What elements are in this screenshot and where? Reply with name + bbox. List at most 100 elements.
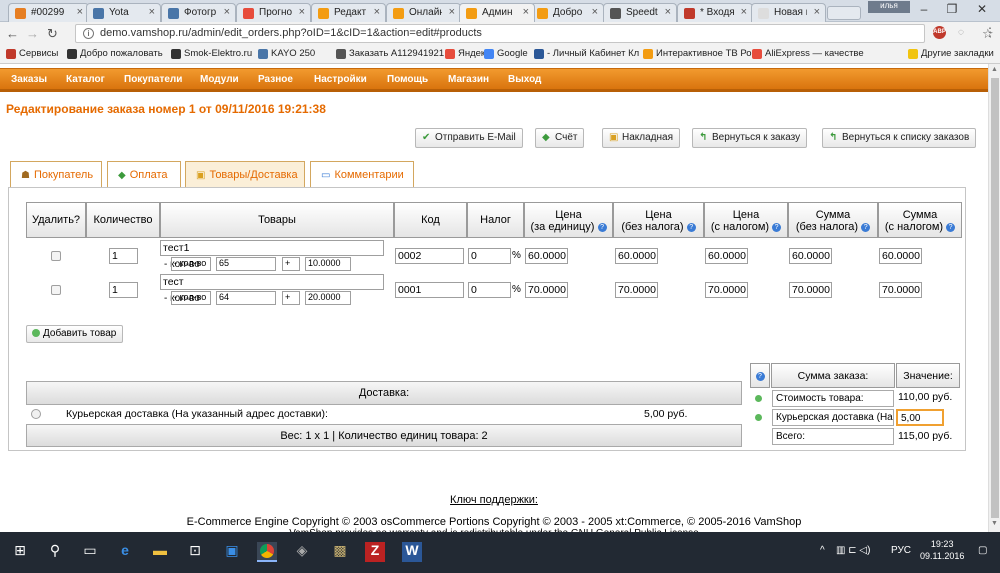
quantity-input[interactable]: 1 [109,248,138,264]
admin-nav-item[interactable]: Выход [508,74,541,85]
language-indicator[interactable]: РУС [891,545,911,556]
browser-tab[interactable]: Прогно × [236,3,311,22]
app2-icon[interactable]: ◈ [292,542,312,562]
price-net-input[interactable]: 60.0000 [615,248,658,264]
browser-tab[interactable]: Speedt × [603,3,677,22]
browser-menu-icon[interactable]: ⋮ [984,25,996,39]
price-gross-input[interactable]: 60.0000 [705,248,748,264]
help-icon[interactable]: ? [597,222,607,232]
edge-icon[interactable]: e [115,542,135,562]
filezilla-icon[interactable]: Z [365,542,385,562]
bookmark-item[interactable]: Интерактивное ТВ Ро [643,48,752,59]
attribute-name-input[interactable]: - кол-во [171,257,211,271]
sum-gross-input[interactable]: 70.0000 [879,282,922,298]
help-icon[interactable]: ? [755,371,765,381]
bookmark-item[interactable]: KAYO 250 [258,48,315,59]
tab-close-icon[interactable]: × [741,6,747,18]
extension-icon[interactable]: ◌ [958,27,964,38]
scroll-down-icon[interactable]: ▼ [991,520,998,527]
admin-nav-item[interactable]: Покупатели [124,74,182,85]
scrollbar-thumb[interactable] [991,78,999,518]
price-gross-input[interactable]: 70.0000 [705,282,748,298]
app-icon[interactable]: ▣ [222,542,242,562]
admin-nav-item[interactable]: Магазин [448,74,489,85]
window-user-badge[interactable]: илья [868,1,910,13]
sum-gross-input[interactable]: 60.0000 [879,248,922,264]
shipping-total-label[interactable]: Курьерская доставка (На [772,409,894,426]
search-icon[interactable]: ⚲ [45,542,65,562]
help-icon[interactable]: ? [772,222,782,232]
word-icon[interactable]: W [402,542,422,562]
clock[interactable]: 19:23 09.11.2016 [920,538,964,562]
browser-tab[interactable]: Yota × [86,3,161,22]
tax-input[interactable]: 0 [468,248,511,264]
forward-icon[interactable]: → [26,26,39,41]
tab-products-shipping[interactable]: ▣ Товары/Доставка [185,161,305,188]
new-tab-button[interactable] [827,6,861,20]
tray-icons[interactable]: ▥ ⊏ ◁) [836,545,870,556]
url-input[interactable]: i demo.vamshop.ru/admin/edit_orders.php?… [75,24,994,43]
sum-net-input[interactable]: 60.0000 [789,248,832,264]
tab-close-icon[interactable]: × [224,6,230,18]
bookmark-item[interactable]: Другие закладки [908,48,994,59]
help-icon[interactable]: ? [861,222,871,232]
admin-nav-item[interactable]: Разное [258,74,293,85]
quantity-input[interactable]: 1 [109,282,138,298]
tab-close-icon[interactable]: × [523,6,529,18]
attribute-price-input[interactable]: 20.0000 [305,291,351,305]
app3-icon[interactable]: ▩ [330,542,350,562]
attribute-sign-input[interactable]: + [282,257,300,271]
price-net-input[interactable]: 70.0000 [615,282,658,298]
back-to-orders-list-button[interactable]: ↰ Вернуться к списку заказов [822,128,977,148]
browser-tab[interactable]: Редакт × [311,3,386,22]
tray-chevron-icon[interactable]: ^ [820,545,825,556]
invoice-button[interactable]: ◆ Счёт [535,128,585,148]
minimize-icon[interactable]: – [910,2,938,18]
chrome-icon[interactable] [257,542,277,562]
attribute-sign-input[interactable]: + [282,291,300,305]
bookmark-item[interactable]: Заказать A112941921 [336,48,444,59]
help-icon[interactable]: ? [686,222,696,232]
subtotal-label[interactable]: Стоимость товара: [772,390,894,407]
close-window-icon[interactable]: ✕ [968,2,996,18]
attribute-name-input[interactable]: - кол-во [171,291,211,305]
scroll-up-icon[interactable]: ▲ [991,66,998,73]
bookmark-item[interactable]: Google [484,48,528,59]
help-icon[interactable]: ? [946,222,956,232]
browser-tab[interactable]: Админ × [459,3,535,22]
admin-nav-item[interactable]: Модули [200,74,239,85]
tab-close-icon[interactable]: × [592,6,598,18]
site-info-icon[interactable]: i [83,28,94,39]
tab-close-icon[interactable]: × [449,6,455,18]
attribute-value-input[interactable]: 64 [216,291,276,305]
price-unit-input[interactable]: 60.0000 [525,248,568,264]
bookmark-item[interactable]: - Личный Кабинет Кл [534,48,639,59]
browser-tab[interactable]: Новая вкла × [751,3,826,22]
browser-tab[interactable]: Онлайн × [386,3,461,22]
code-input[interactable]: 0002 [395,248,464,264]
add-product-button[interactable]: Добавить товар [26,325,124,343]
send-email-button[interactable]: ✔ Отправить E-Mail [415,128,523,148]
tab-close-icon[interactable]: × [77,6,83,18]
reload-icon[interactable]: ↻ [47,26,58,42]
bookmark-item[interactable]: Добро пожаловать [67,48,163,59]
tab-close-icon[interactable]: × [374,6,380,18]
bookmark-item[interactable]: AliExpress — качестве [752,48,864,59]
tab-close-icon[interactable]: × [814,6,820,18]
admin-nav-item[interactable]: Настройки [314,74,367,85]
page-scrollbar[interactable]: ▲ ▼ [988,64,1000,532]
tab-close-icon[interactable]: × [665,6,671,18]
product-name-input[interactable]: тест1 [160,240,384,256]
product-name-input[interactable]: тест [160,274,384,290]
price-unit-input[interactable]: 70.0000 [525,282,568,298]
tab-close-icon[interactable]: × [149,6,155,18]
back-icon[interactable]: ← [6,26,19,41]
code-input[interactable]: 0001 [395,282,464,298]
admin-nav-item[interactable]: Каталог [66,74,105,85]
windows-start-icon[interactable]: ⊞ [10,542,30,562]
sum-net-input[interactable]: 70.0000 [789,282,832,298]
store-icon[interactable]: ⊡ [185,542,205,562]
browser-tab[interactable]: * Входя × [677,3,753,22]
browser-tab[interactable]: Добро × [530,3,604,22]
back-to-order-button[interactable]: ↰ Вернуться к заказу [692,128,808,148]
